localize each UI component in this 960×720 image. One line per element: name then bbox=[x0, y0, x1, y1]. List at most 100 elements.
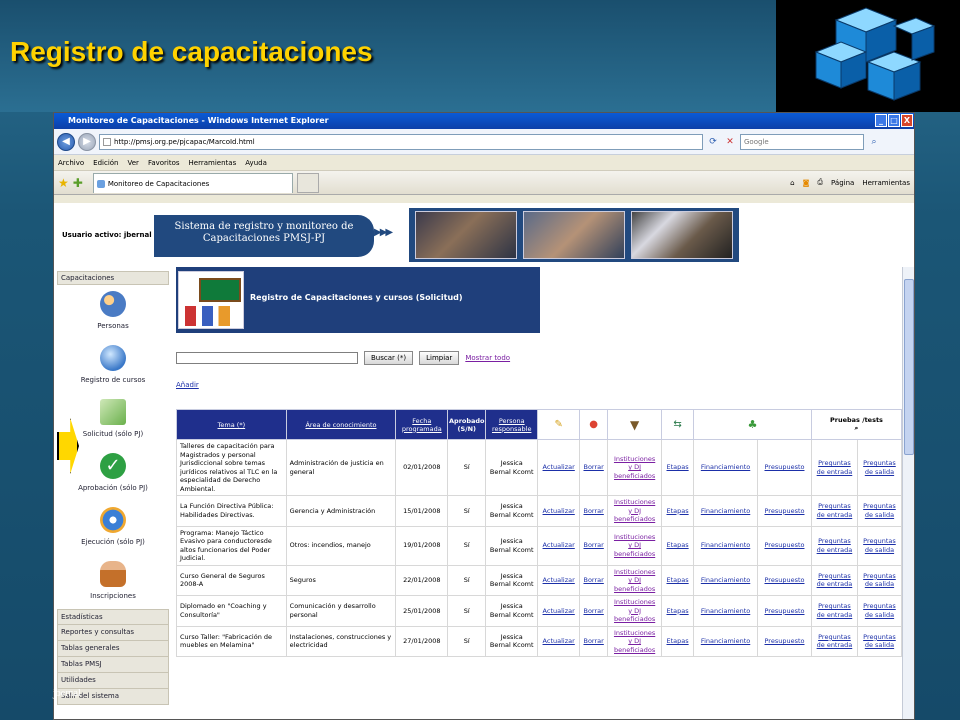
home-icon[interactable]: ⌂ bbox=[790, 179, 794, 187]
sidebar-item-inscripciones[interactable]: Inscripciones bbox=[57, 555, 169, 609]
borrar-link[interactable]: Borrar bbox=[579, 525, 609, 566]
instituciones-link[interactable]: Instituciones y DJ beneficiados bbox=[607, 595, 663, 627]
preguntas-entrada-link[interactable]: Preguntas de entrada bbox=[810, 495, 858, 527]
preguntas-entrada-link[interactable]: Preguntas de entrada bbox=[810, 595, 858, 627]
sidebar-item-personas[interactable]: Personas bbox=[57, 285, 169, 339]
menu-herramientas[interactable]: Herramientas bbox=[189, 155, 237, 170]
show-all-link[interactable]: Mostrar todo bbox=[465, 354, 510, 362]
preguntas-salida-link[interactable]: Preguntas de salida bbox=[856, 525, 903, 566]
preguntas-salida-link[interactable]: Preguntas de salida bbox=[856, 625, 903, 657]
feeds-icon[interactable]: ◙ bbox=[803, 179, 810, 187]
col-tema[interactable]: Tema (*) bbox=[176, 409, 287, 440]
refresh-icon[interactable]: ⟳ bbox=[706, 135, 720, 149]
tab-monitoreo[interactable]: Monitoreo de Capacitaciones bbox=[92, 172, 293, 193]
presupuesto-link[interactable]: Presupuesto bbox=[757, 564, 812, 596]
vertical-scrollbar[interactable] bbox=[902, 267, 914, 719]
instituciones-link[interactable]: Instituciones y DJ beneficiados bbox=[607, 439, 663, 496]
borrar-link[interactable]: Borrar bbox=[579, 439, 609, 496]
page-menu[interactable]: Página bbox=[831, 179, 854, 187]
preguntas-salida-link[interactable]: Preguntas de salida bbox=[856, 595, 903, 627]
preguntas-salida-link[interactable]: Preguntas de salida bbox=[856, 564, 903, 596]
actualizar-link[interactable]: Actualizar bbox=[537, 525, 581, 566]
col-fecha[interactable]: Fecha programada bbox=[395, 409, 449, 440]
presupuesto-link[interactable]: Presupuesto bbox=[757, 439, 812, 496]
financiamiento-link[interactable]: Financiamiento bbox=[693, 595, 759, 627]
actualizar-link[interactable]: Actualizar bbox=[537, 495, 581, 527]
borrar-link[interactable]: Borrar bbox=[579, 564, 609, 596]
borrar-link[interactable]: Borrar bbox=[579, 595, 609, 627]
menu-ayuda[interactable]: Ayuda bbox=[245, 155, 267, 170]
col-persona[interactable]: Persona responsable bbox=[485, 409, 539, 440]
borrar-link[interactable]: Borrar bbox=[579, 625, 609, 657]
col-aprobado: Aprobado (S/N) bbox=[447, 409, 487, 440]
sidebar: Capacitaciones Personas Registro de curs… bbox=[57, 271, 169, 719]
close-button[interactable]: X bbox=[901, 114, 913, 127]
presupuesto-link[interactable]: Presupuesto bbox=[757, 525, 812, 566]
search-input[interactable]: Google bbox=[740, 133, 864, 150]
menu-edicion[interactable]: Edición bbox=[93, 155, 118, 170]
sidebar-header[interactable]: Capacitaciones bbox=[57, 271, 169, 285]
url-input[interactable]: http://pmsj.org.pe/pjcapac/MarcoId.html bbox=[99, 133, 703, 150]
sidebar-link-tablas-generales[interactable]: Tablas generales bbox=[57, 641, 169, 657]
sidebar-item-label: Aprobación (sólo PJ) bbox=[78, 484, 148, 492]
sidebar-item-registro[interactable]: Registro de cursos bbox=[57, 339, 169, 393]
preguntas-entrada-link[interactable]: Preguntas de entrada bbox=[810, 525, 858, 566]
instituciones-link[interactable]: Instituciones y DJ beneficiados bbox=[607, 625, 663, 657]
etapas-link[interactable]: Etapas bbox=[661, 625, 695, 657]
borrar-link[interactable]: Borrar bbox=[579, 495, 609, 527]
financiamiento-link[interactable]: Financiamiento bbox=[693, 439, 759, 496]
search-field[interactable] bbox=[176, 352, 358, 364]
sidebar-link-utilidades[interactable]: Utilidades bbox=[57, 673, 169, 689]
preguntas-salida-link[interactable]: Preguntas de salida bbox=[856, 439, 903, 496]
financiamiento-link[interactable]: Financiamiento bbox=[693, 564, 759, 596]
search-icon[interactable]: ⌕ bbox=[867, 135, 881, 149]
back-button[interactable]: ◀ bbox=[57, 132, 75, 151]
financiamiento-link[interactable]: Financiamiento bbox=[693, 525, 759, 566]
actualizar-link[interactable]: Actualizar bbox=[537, 439, 581, 496]
minimize-button[interactable]: _ bbox=[875, 114, 887, 127]
presupuesto-link[interactable]: Presupuesto bbox=[757, 595, 812, 627]
sidebar-item-ejecucion[interactable]: Ejecución (sólo PJ) bbox=[57, 501, 169, 555]
sidebar-link-reportes[interactable]: Reportes y consultas bbox=[57, 625, 169, 641]
new-tab-button[interactable] bbox=[296, 172, 319, 193]
sidebar-link-tablas-pmsj[interactable]: Tablas PMSJ bbox=[57, 657, 169, 673]
instituciones-link[interactable]: Instituciones y DJ beneficiados bbox=[607, 525, 663, 566]
maximize-button[interactable]: □ bbox=[888, 114, 900, 127]
map-icon: ▼ bbox=[607, 409, 663, 440]
preguntas-entrada-link[interactable]: Preguntas de entrada bbox=[810, 439, 858, 496]
menu-favoritos[interactable]: Favoritos bbox=[148, 155, 180, 170]
instituciones-link[interactable]: Instituciones y DJ beneficiados bbox=[607, 564, 663, 596]
favorites-star-icon[interactable]: ★ bbox=[58, 176, 69, 190]
section-header: Registro de Capacitaciones y cursos (Sol… bbox=[176, 267, 540, 333]
etapas-link[interactable]: Etapas bbox=[661, 525, 695, 566]
clear-button[interactable]: Limpiar bbox=[419, 351, 460, 365]
preguntas-salida-link[interactable]: Preguntas de salida bbox=[856, 495, 903, 527]
tools-menu[interactable]: Herramientas bbox=[862, 179, 910, 187]
financiamiento-link[interactable]: Financiamiento bbox=[693, 625, 759, 657]
financiamiento-link[interactable]: Financiamiento bbox=[693, 495, 759, 527]
actualizar-link[interactable]: Actualizar bbox=[537, 595, 581, 627]
presupuesto-link[interactable]: Presupuesto bbox=[757, 495, 812, 527]
scrollbar-thumb[interactable] bbox=[904, 279, 914, 455]
etapas-link[interactable]: Etapas bbox=[661, 595, 695, 627]
menu-archivo[interactable]: Archivo bbox=[58, 155, 84, 170]
menu-ver[interactable]: Ver bbox=[128, 155, 139, 170]
add-link[interactable]: Añadir bbox=[176, 381, 199, 389]
etapas-link[interactable]: Etapas bbox=[661, 564, 695, 596]
add-favorite-icon[interactable]: ✚ bbox=[73, 176, 83, 190]
col-area[interactable]: Área de conocimiento bbox=[285, 409, 397, 440]
forward-button[interactable]: ▶ bbox=[78, 132, 96, 151]
etapas-link[interactable]: Etapas bbox=[661, 495, 695, 527]
actualizar-link[interactable]: Actualizar bbox=[537, 625, 581, 657]
search-button[interactable]: Buscar (*) bbox=[364, 351, 414, 365]
sidebar-link-estadisticas[interactable]: Estadísticas bbox=[57, 609, 169, 625]
preguntas-entrada-link[interactable]: Preguntas de entrada bbox=[810, 625, 858, 657]
presupuesto-link[interactable]: Presupuesto bbox=[757, 625, 812, 657]
etapas-link[interactable]: Etapas bbox=[661, 439, 695, 496]
print-icon[interactable]: ⎙ bbox=[817, 178, 823, 187]
stop-icon[interactable]: ✕ bbox=[723, 135, 737, 149]
actualizar-link[interactable]: Actualizar bbox=[537, 564, 581, 596]
preguntas-entrada-link[interactable]: Preguntas de entrada bbox=[810, 564, 858, 596]
instituciones-link[interactable]: Instituciones y DJ beneficiados bbox=[607, 495, 663, 527]
cell-persona: Jessica Bernal Kcomt bbox=[485, 625, 539, 657]
